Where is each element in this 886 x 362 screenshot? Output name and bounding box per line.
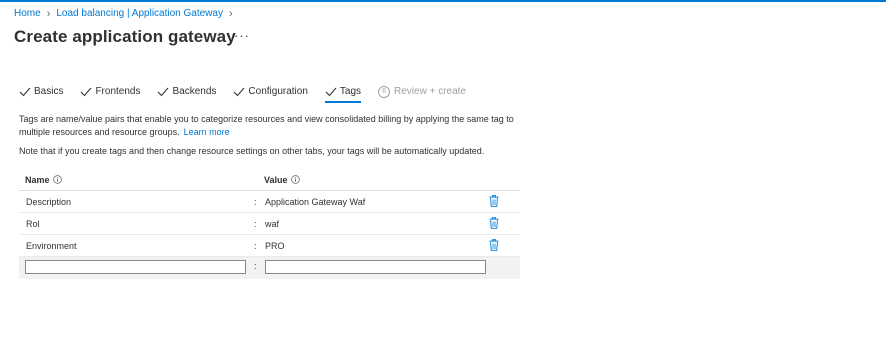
table-row[interactable]: Rol : waf	[19, 213, 520, 235]
delete-icon[interactable]	[489, 239, 499, 251]
learn-more-link[interactable]: Learn more	[184, 127, 230, 137]
separator: :	[254, 196, 257, 207]
breadcrumb-load-balancing[interactable]: Load balancing | Application Gateway	[56, 8, 223, 19]
tag-value: Application Gateway Waf	[265, 196, 366, 207]
checkmark-icon	[158, 87, 169, 96]
new-tag-name-input[interactable]	[25, 260, 246, 274]
tab-label: Tags	[339, 86, 362, 97]
separator: :	[254, 240, 257, 251]
chevron-right-icon: ›	[228, 7, 233, 20]
column-header-label: Value	[264, 174, 288, 185]
tag-value: PRO	[265, 240, 285, 251]
breadcrumb-home[interactable]: Home	[14, 8, 41, 19]
step-number-badge: 6	[378, 85, 391, 98]
checkmark-icon	[234, 87, 245, 96]
checkmark-icon	[81, 87, 92, 96]
tag-name: Rol	[26, 218, 40, 229]
table-header: Name Value	[19, 169, 520, 191]
tab-label: Frontends	[95, 86, 141, 97]
new-tag-row: :	[19, 257, 520, 279]
table-row[interactable]: Environment : PRO	[19, 235, 520, 257]
checkmark-icon	[325, 87, 337, 96]
more-options-button[interactable]: ···	[234, 28, 250, 43]
tab-configuration[interactable]: Configuration	[233, 84, 308, 99]
chevron-right-icon: ›	[46, 7, 51, 20]
tab-label: Basics	[34, 86, 64, 97]
column-header-value: Value	[264, 175, 300, 185]
column-header-name: Name	[25, 175, 62, 185]
portal-top-accent-line	[0, 0, 886, 2]
table-row[interactable]: Description : Application Gateway Waf	[19, 191, 520, 213]
info-icon[interactable]	[52, 175, 62, 184]
column-header-label: Name	[25, 174, 50, 185]
wizard-tabs: Basics Frontends Backends Configuration …	[19, 84, 483, 104]
tag-name: Description	[26, 196, 72, 207]
separator: :	[254, 261, 257, 271]
tags-note: Note that if you create tags and then ch…	[19, 146, 485, 156]
tags-description: Tags are name/value pairs that enable yo…	[19, 113, 519, 139]
delete-icon[interactable]	[489, 195, 499, 207]
page-title: Create application gateway	[14, 27, 236, 46]
description-text: Tags are name/value pairs that enable yo…	[19, 114, 514, 137]
tab-label: Backends	[172, 86, 217, 97]
tab-basics[interactable]: Basics	[19, 84, 63, 99]
new-tag-value-input[interactable]	[265, 260, 486, 274]
tab-label: Configuration	[248, 86, 308, 97]
tag-value: waf	[265, 218, 280, 229]
tab-backends[interactable]: Backends	[157, 84, 216, 99]
breadcrumb: Home › Load balancing | Application Gate…	[14, 8, 239, 19]
delete-icon[interactable]	[489, 217, 499, 229]
tag-name: Environment	[26, 240, 77, 251]
info-icon[interactable]	[290, 175, 300, 184]
tab-label: Review + create	[394, 86, 466, 97]
tab-tags[interactable]: Tags	[324, 84, 362, 103]
tab-frontends[interactable]: Frontends	[80, 84, 140, 99]
tags-table: Name Value Description : Application Gat…	[19, 169, 520, 279]
tab-review-create[interactable]: 6 Review + create	[378, 84, 466, 99]
separator: :	[254, 218, 257, 229]
checkmark-icon	[19, 87, 31, 96]
